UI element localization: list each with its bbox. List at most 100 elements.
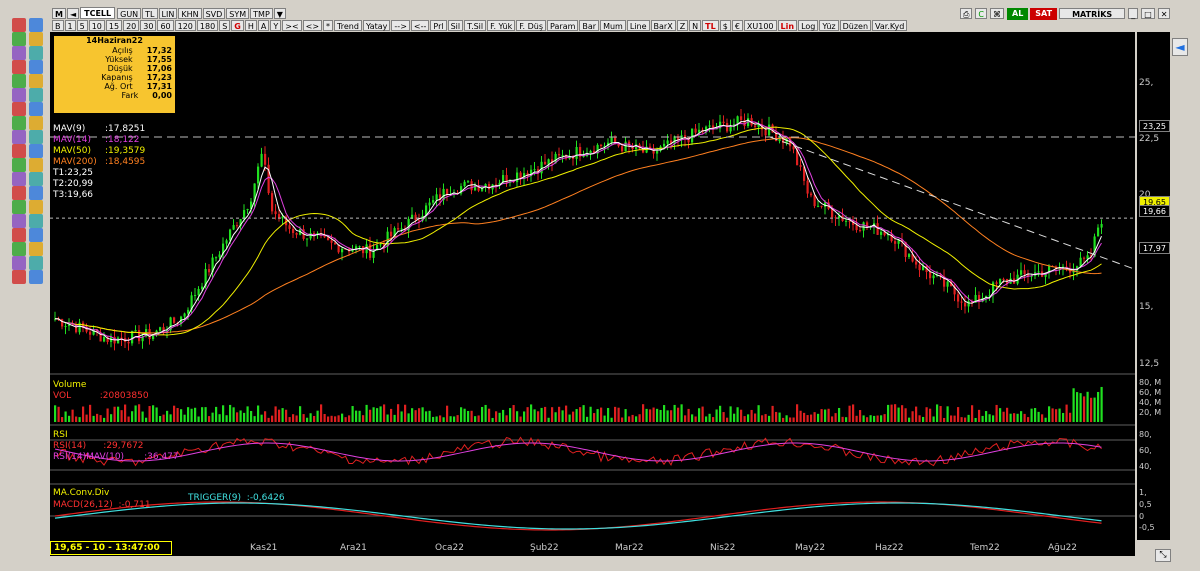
toolbar2-btn-1[interactable]: 1: [64, 19, 76, 31]
toolbar-btn-1[interactable]: TL: [142, 7, 158, 19]
toolbar2-btn-17[interactable]: *: [323, 19, 334, 31]
toolbar2-btn-14[interactable]: Y: [270, 19, 282, 31]
drawing-tool-icon[interactable]: [12, 102, 26, 116]
toolbar2-btn-21[interactable]: <--: [410, 19, 430, 31]
drawing-tool-icon[interactable]: [29, 158, 43, 172]
toolbar2-btn-32[interactable]: Z: [676, 19, 689, 31]
drawing-tool-icon[interactable]: [12, 158, 26, 172]
drawing-tool-icon[interactable]: [29, 116, 43, 130]
toolbar2-btn-22[interactable]: Prl: [430, 19, 447, 31]
toolbar2-btn-24[interactable]: T.Sil: [464, 19, 487, 31]
toolbar2-btn-16[interactable]: <>: [302, 19, 323, 31]
toolbar2-btn-2[interactable]: 5: [76, 19, 88, 31]
toolbar2-btn-4[interactable]: 15: [105, 19, 123, 31]
toolbar2-btn-28[interactable]: Bar: [579, 19, 600, 31]
drawing-tool-icon[interactable]: [29, 256, 43, 270]
toolbar2-btn-9[interactable]: 180: [196, 19, 219, 31]
toolbar2-btn-18[interactable]: Trend: [334, 19, 362, 31]
toolbar-btn-3[interactable]: KHN: [178, 7, 202, 19]
toolbar2-btn-8[interactable]: 120: [174, 19, 196, 31]
toolbar2-btn-31[interactable]: BarX: [650, 19, 676, 31]
chart-area[interactable]: [50, 32, 1136, 540]
maximize-icon[interactable]: □: [1141, 8, 1155, 19]
drawing-tool-icon[interactable]: [29, 242, 43, 256]
toolbar2-btn-11[interactable]: G: [231, 19, 244, 31]
toolbar2-btn-33[interactable]: N: [689, 19, 702, 31]
toolbar2-btn-6[interactable]: 30: [140, 19, 157, 31]
drawing-tool-icon[interactable]: [12, 32, 26, 46]
toolbar2-btn-3[interactable]: 10: [88, 19, 105, 31]
refresh-icon[interactable]: C: [975, 8, 987, 19]
minimize-icon[interactable]: _: [1128, 8, 1139, 19]
toolbar2-btn-39[interactable]: Log: [798, 19, 819, 31]
toolbar2-btn-13[interactable]: A: [257, 19, 270, 31]
toolbar2-btn-23[interactable]: Sil: [447, 19, 464, 31]
drawing-tool-icon[interactable]: [12, 60, 26, 74]
toolbar2-btn-35[interactable]: $: [719, 19, 731, 31]
drawing-tool-icon[interactable]: [12, 18, 26, 32]
toolbar-btn-6[interactable]: TMP: [250, 7, 273, 19]
toolbar2-btn-5[interactable]: 20: [123, 19, 140, 31]
drawing-tool-icon[interactable]: [29, 102, 43, 116]
back-arrow-icon[interactable]: ◄: [66, 7, 80, 19]
drawing-tool-icon[interactable]: [29, 228, 43, 242]
drawing-tool-icon[interactable]: [12, 256, 26, 270]
drawing-tool-icon[interactable]: [12, 46, 26, 60]
drawing-tool-icon[interactable]: [29, 144, 43, 158]
toolbar2-btn-15[interactable]: ><: [282, 19, 302, 31]
drawing-tool-icon[interactable]: [29, 130, 43, 144]
toolbar2-btn-20[interactable]: -->: [391, 19, 410, 31]
toolbar2-btn-12[interactable]: H: [244, 19, 257, 31]
toolbar2-btn-36[interactable]: €: [731, 19, 743, 31]
drawing-tool-icon[interactable]: [29, 32, 43, 46]
al-button[interactable]: AL: [1007, 8, 1029, 20]
drawing-tool-icon[interactable]: [29, 18, 43, 32]
drawing-tool-icon[interactable]: [29, 186, 43, 200]
toolbar2-btn-0[interactable]: B: [52, 19, 64, 31]
drawing-tool-icon[interactable]: [12, 186, 26, 200]
drawing-tool-icon[interactable]: [12, 270, 26, 284]
toolbar2-btn-25[interactable]: F. Yük: [487, 19, 516, 31]
toolbar2-btn-30[interactable]: Line: [626, 19, 650, 31]
toolbar2-btn-38[interactable]: Lin: [777, 19, 798, 31]
toolbar-btn-2[interactable]: LIN: [158, 7, 178, 19]
drawing-tool-icon[interactable]: [29, 74, 43, 88]
expand-icon[interactable]: ⤡: [1155, 549, 1171, 562]
drawing-tool-icon[interactable]: [12, 144, 26, 158]
drawing-tool-icon[interactable]: [12, 74, 26, 88]
toolbar2-btn-34[interactable]: TL: [702, 19, 719, 31]
drawing-tool-icon[interactable]: [29, 60, 43, 74]
toolbar2-btn-10[interactable]: S: [219, 19, 231, 31]
toolbar2-btn-41[interactable]: Düzen: [839, 19, 872, 31]
symbol-input[interactable]: TCELL: [80, 7, 116, 19]
m-button[interactable]: M: [52, 7, 66, 19]
sat-button[interactable]: SAT: [1030, 8, 1058, 20]
drawing-tool-icon[interactable]: [29, 270, 43, 284]
toolbar2-btn-29[interactable]: Mum: [600, 19, 626, 31]
toolbar2-btn-40[interactable]: Yüz: [819, 19, 839, 31]
drawing-tool-icon[interactable]: [29, 172, 43, 186]
drawing-tool-icon[interactable]: [29, 46, 43, 60]
drawing-tool-icon[interactable]: [12, 200, 26, 214]
drawing-tool-icon[interactable]: [12, 130, 26, 144]
toolbar2-btn-26[interactable]: F. Düş: [516, 19, 547, 31]
toolbar-btn-0[interactable]: GUN: [117, 7, 142, 19]
toolbar2-btn-37[interactable]: XU100: [743, 19, 777, 31]
toolbar-btn-4[interactable]: SVD: [202, 7, 226, 19]
drawing-tool-icon[interactable]: [12, 172, 26, 186]
print-icon[interactable]: ⎙: [960, 8, 973, 19]
toolbar2-btn-7[interactable]: 60: [157, 19, 174, 31]
toolbar2-btn-19[interactable]: Yatay: [362, 19, 391, 31]
toolbar2-btn-27[interactable]: Param: [547, 19, 579, 31]
toolbar2-btn-42[interactable]: Var.Kyd: [872, 19, 908, 31]
drawing-tool-icon[interactable]: [29, 200, 43, 214]
drawing-tool-icon[interactable]: [12, 228, 26, 242]
drawing-tool-icon[interactable]: [29, 88, 43, 102]
link-icon[interactable]: ⌘: [990, 8, 1004, 19]
drawing-tool-icon[interactable]: [12, 116, 26, 130]
drawing-tool-icon[interactable]: [12, 214, 26, 228]
drawing-tool-icon[interactable]: [12, 88, 26, 102]
toolbar-btn-5[interactable]: SYM: [226, 7, 250, 19]
close-icon[interactable]: ✕: [1157, 8, 1171, 19]
dropdown-icon[interactable]: ▼: [273, 7, 286, 19]
